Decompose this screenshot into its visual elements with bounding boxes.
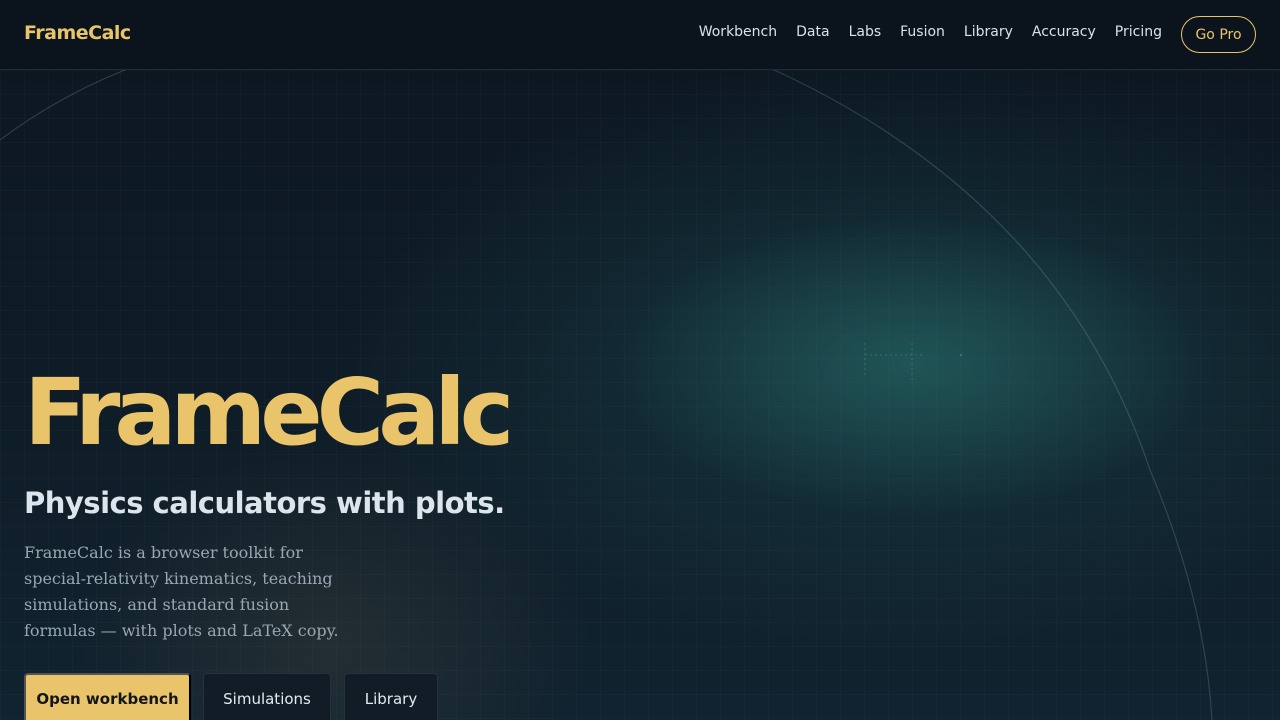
nav-link-library[interactable]: Library [964, 24, 1013, 40]
go-pro-button[interactable]: Go Pro [1181, 16, 1256, 53]
nav-links: Workbench Data Labs Fusion Library Accur… [699, 24, 1162, 40]
nav-link-data[interactable]: Data [796, 24, 829, 40]
hero-subtitle: Physics calculators with plots. [24, 486, 505, 520]
open-workbench-button[interactable]: Open workbench [24, 673, 191, 720]
hero-description: FrameCalc is a browser toolkit for speci… [24, 543, 339, 640]
library-button[interactable]: Library [344, 673, 438, 720]
top-navbar: FrameCalc Workbench Data Labs Fusion Lib… [0, 0, 1280, 70]
simulations-button[interactable]: Simulations [203, 673, 331, 720]
brand-logo[interactable]: FrameCalc [24, 22, 131, 44]
nav-link-pricing[interactable]: Pricing [1115, 24, 1162, 40]
nav-link-accuracy[interactable]: Accuracy [1032, 24, 1096, 40]
nav-link-labs[interactable]: Labs [849, 24, 882, 40]
hero-title: FrameCalc [24, 359, 514, 466]
nav-link-workbench[interactable]: Workbench [699, 24, 777, 40]
nav-link-fusion[interactable]: Fusion [900, 24, 945, 40]
